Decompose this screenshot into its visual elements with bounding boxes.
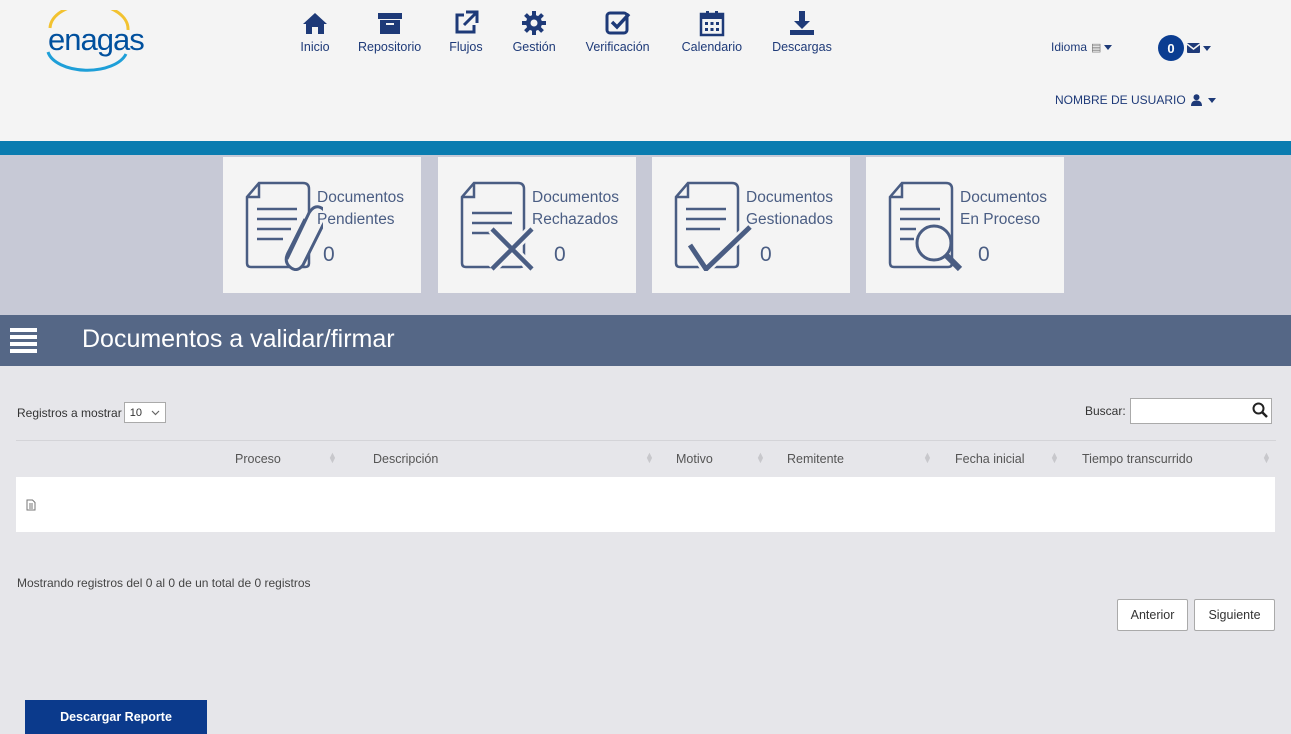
page-size-value: 10 <box>129 406 142 419</box>
logo-text: enagas <box>48 22 145 57</box>
sort-icon[interactable]: ▲ ▼ <box>645 451 654 465</box>
nav-label: Verificación <box>585 40 650 54</box>
nav-verificacion[interactable]: Verificación <box>586 8 650 88</box>
card-en-proceso[interactable]: Documentos En Proceso 0 <box>866 157 1064 293</box>
nav-calendario[interactable]: Calendario <box>682 8 742 88</box>
column-descripcion[interactable]: Descripción <box>373 452 438 466</box>
card-title: Documentos Pendientes <box>317 189 405 228</box>
nav-label: Repositorio <box>358 40 422 54</box>
sort-icon[interactable]: ▲ ▼ <box>328 451 337 465</box>
nav-gestion[interactable]: Gestión <box>513 8 556 88</box>
column-proceso[interactable]: Proceso <box>235 452 281 466</box>
page-title: Documentos a validar/firmar <box>82 325 395 353</box>
previous-page-button[interactable]: Anterior <box>1117 599 1188 631</box>
language-flag-icon: ▤ <box>1091 41 1102 54</box>
document-search-icon <box>888 181 963 271</box>
check-square-icon <box>605 11 630 35</box>
nav-repositorio[interactable]: Repositorio <box>358 8 421 88</box>
page-size-label: Registros a mostrar <box>17 405 122 420</box>
nav-descargas[interactable]: Descargas <box>772 8 832 88</box>
nav-label: Gestión <box>512 40 556 54</box>
section-header: Documentos a validar/firmar <box>0 315 1291 366</box>
chevron-down-icon <box>1203 45 1211 51</box>
nav-label: Inicio <box>300 40 330 54</box>
download-icon <box>789 11 814 35</box>
table-header: Proceso ▲ ▼ Descripción ▲ ▼ Motivo ▲ ▼ Remi… <box>16 440 1276 477</box>
home-icon <box>303 13 327 34</box>
download-report-button[interactable]: Descargar Reporte <box>25 700 207 734</box>
card-count: 0 <box>978 243 990 266</box>
column-motivo[interactable]: Motivo <box>676 452 713 466</box>
sort-icon[interactable]: ▲ ▼ <box>923 451 932 465</box>
messages-dropdown[interactable]: 0 <box>1158 35 1211 61</box>
search-icon[interactable] <box>1252 402 1268 418</box>
hamburger-menu-icon[interactable] <box>10 328 37 354</box>
page-size-control: Registros a mostrar 10 <box>17 402 166 423</box>
sort-icon[interactable]: ▲ ▼ <box>1050 451 1059 465</box>
gear-icon <box>522 11 547 35</box>
nav-label: Flujos <box>449 40 483 54</box>
search-control: Buscar: <box>1085 398 1272 424</box>
card-title: Documentos En Proceso <box>960 189 1048 228</box>
document-icon[interactable] <box>26 499 36 511</box>
column-remitente[interactable]: Remitente <box>787 452 844 466</box>
card-count: 0 <box>760 243 772 266</box>
search-label: Buscar: <box>1085 404 1126 418</box>
search-input[interactable] <box>1129 398 1272 424</box>
card-pendientes[interactable]: Documentos Pendientes 0 <box>223 157 421 293</box>
nav-inicio[interactable]: Inicio <box>300 8 330 88</box>
enagas-logo[interactable]: enagas <box>38 10 145 72</box>
external-link-icon <box>455 10 479 34</box>
user-menu[interactable]: NOMBRE DE USUARIO <box>1055 93 1216 107</box>
main-nav: Inicio Repositorio Flujos Gestión Verifi… <box>300 8 857 88</box>
card-count: 0 <box>323 243 335 266</box>
archive-icon <box>377 13 402 34</box>
table-row <box>16 477 1275 532</box>
next-page-button[interactable]: Siguiente <box>1194 599 1275 631</box>
card-title: Documentos Rechazados <box>532 189 620 228</box>
card-count: 0 <box>554 243 566 266</box>
calendar-icon <box>699 11 725 37</box>
nav-label: Descargas <box>772 40 832 54</box>
nav-flujos[interactable]: Flujos <box>449 8 483 88</box>
card-rechazados[interactable]: Documentos Rechazados 0 <box>438 157 636 293</box>
sort-icon[interactable]: ▲ ▼ <box>756 451 765 465</box>
user-icon <box>1190 94 1202 106</box>
envelope-icon <box>1187 43 1200 53</box>
chevron-down-icon <box>1104 44 1113 50</box>
page-size-select[interactable]: 10 <box>123 402 166 423</box>
accent-bar <box>0 141 1291 155</box>
top-header: enagas Inicio Repositorio Flujos Gestión… <box>0 0 1291 141</box>
document-clip-icon <box>245 181 323 271</box>
summary-band <box>0 155 1291 315</box>
sort-icon[interactable]: ▲ ▼ <box>1262 451 1271 465</box>
nav-label: Calendario <box>681 40 743 54</box>
messages-count-badge: 0 <box>1158 35 1184 61</box>
document-check-icon <box>674 181 752 271</box>
user-name: NOMBRE DE USUARIO <box>1055 93 1186 107</box>
column-tiempo-transcurrido[interactable]: Tiempo transcurrido <box>1082 452 1193 466</box>
chevron-down-icon <box>151 410 160 415</box>
language-label: Idioma <box>1051 40 1088 54</box>
card-title: Documentos Gestionados <box>746 189 834 228</box>
document-rejected-icon <box>460 181 536 271</box>
language-selector[interactable]: Idioma ▤ <box>1051 40 1113 54</box>
chevron-down-icon <box>1207 97 1216 103</box>
column-fecha-inicial[interactable]: Fecha inicial <box>955 452 1024 466</box>
card-gestionados[interactable]: Documentos Gestionados 0 <box>652 157 850 293</box>
table-info: Mostrando registros del 0 al 0 de un tot… <box>17 576 311 590</box>
